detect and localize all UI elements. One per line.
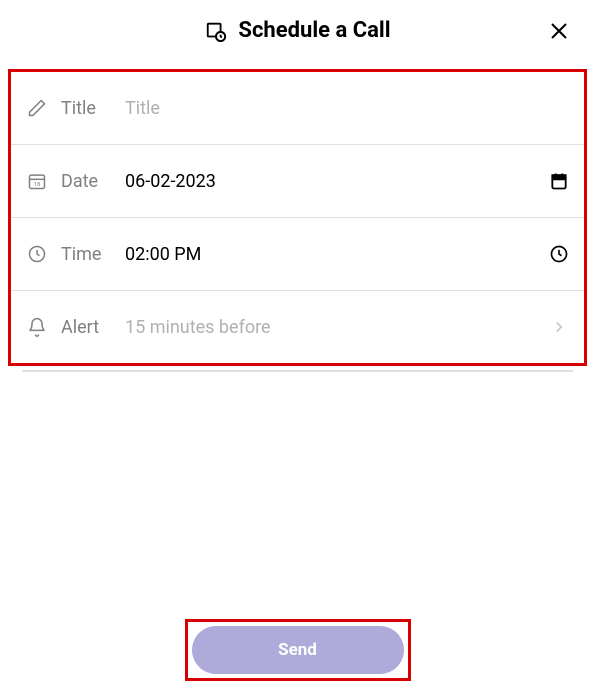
date-row[interactable]: 18 Date 06-02-2023 [11,145,584,218]
alert-value: 15 minutes before [125,317,548,338]
chevron-right-icon [548,316,570,338]
title-input[interactable] [125,98,570,119]
send-button[interactable]: Send [192,626,404,674]
divider [22,370,573,372]
date-picker-icon[interactable] [548,170,570,192]
time-label: Time [61,244,125,265]
date-value: 06-02-2023 [125,171,548,192]
modal-header: Schedule a Call [0,0,595,61]
pencil-icon [25,96,49,120]
close-button[interactable] [547,19,571,43]
date-label: Date [61,171,125,192]
calendar-icon: 18 [25,169,49,193]
time-value: 02:00 PM [125,244,548,265]
close-icon [550,22,568,40]
alert-row[interactable]: Alert 15 minutes before [11,291,584,363]
page-title: Schedule a Call [238,18,390,43]
alert-label: Alert [61,317,125,338]
form-container: Title 18 Date 06-02-2023 [8,69,587,366]
calendar-clock-icon [204,19,228,43]
time-row[interactable]: Time 02:00 PM [11,218,584,291]
header-title-group: Schedule a Call [204,18,390,43]
time-picker-icon[interactable] [548,243,570,265]
clock-icon [25,242,49,266]
send-button-highlight: Send [185,619,411,681]
bell-icon [25,315,49,339]
title-label: Title [61,98,125,119]
svg-text:18: 18 [34,182,41,188]
title-row[interactable]: Title [11,72,584,145]
